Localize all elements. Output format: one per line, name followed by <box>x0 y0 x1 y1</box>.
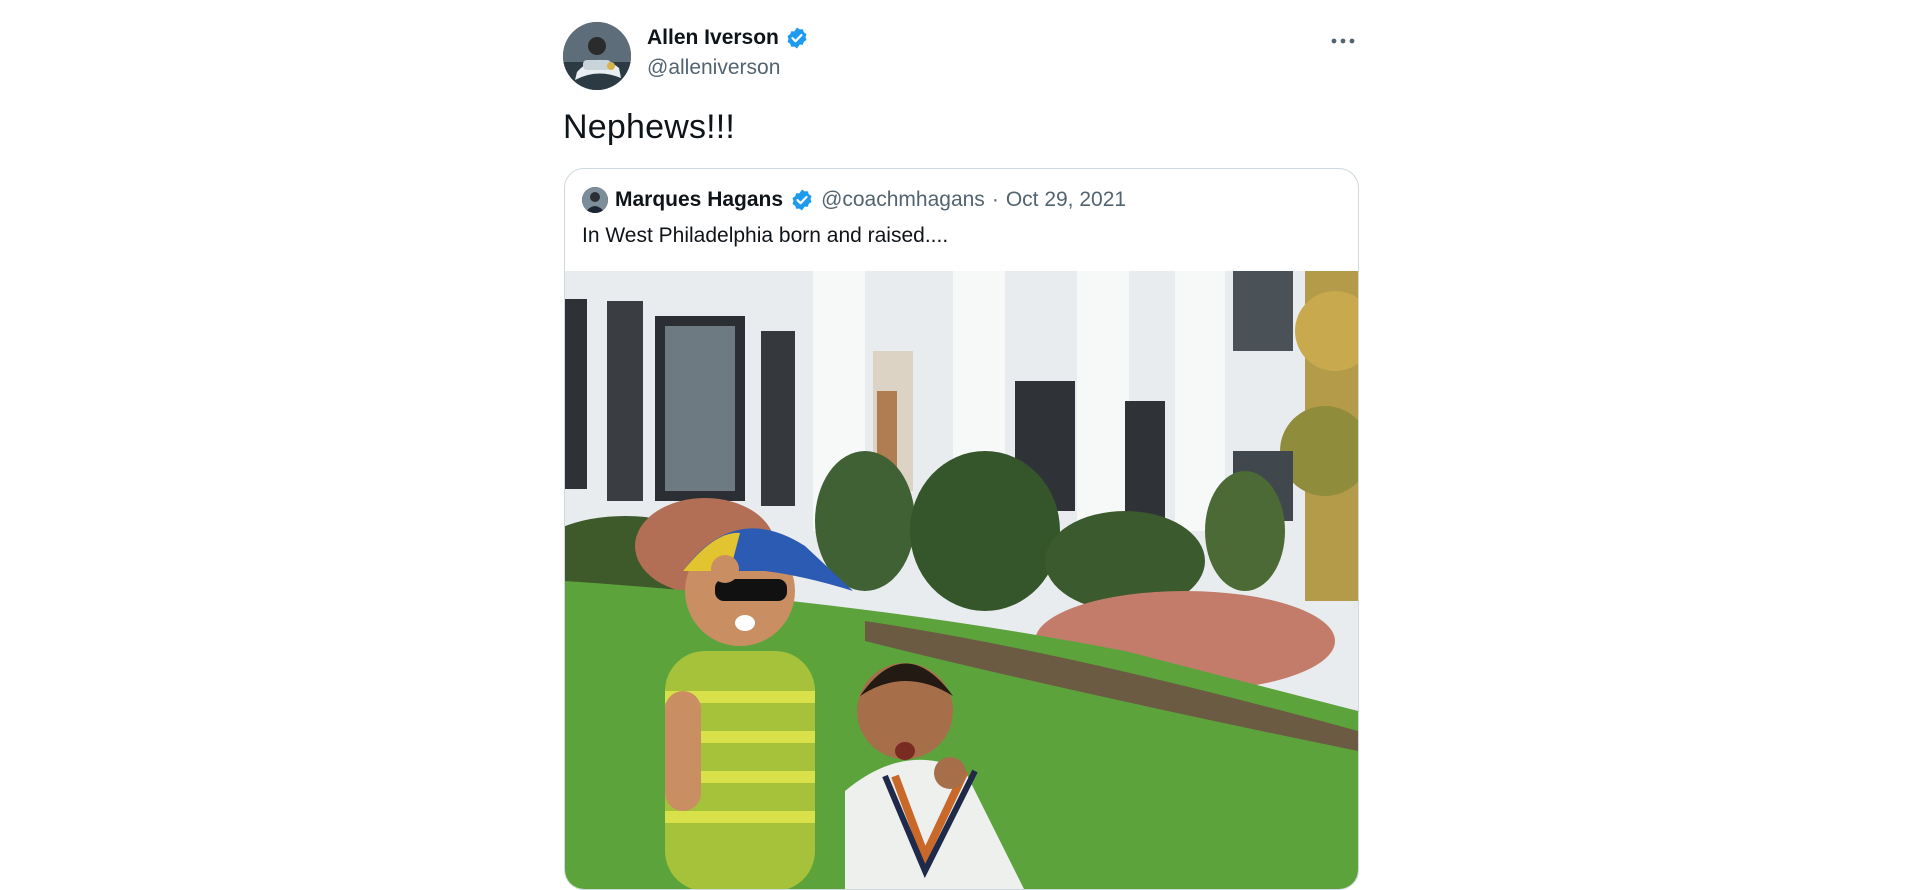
photo-two-boys-in-front-of-white-house-icon <box>565 271 1358 889</box>
tweet: Allen Iverson @alleniverson Nephews!!! M… <box>563 0 1359 890</box>
author-handle[interactable]: @alleniverson <box>647 56 780 80</box>
quoted-verified-badge-icon <box>790 188 814 212</box>
separator-dot: · <box>991 188 999 211</box>
quoted-author-display-name[interactable]: Marques Hagans <box>615 188 783 212</box>
tweet-text: Nephews!!! <box>563 108 736 146</box>
more-options-button[interactable] <box>1328 28 1358 54</box>
quoted-tweet-photo[interactable] <box>565 271 1358 889</box>
author-avatar[interactable] <box>563 22 631 90</box>
quoted-tweet-date[interactable]: Oct 29, 2021 <box>1006 188 1126 212</box>
author-name-row: Allen Iverson <box>647 26 809 50</box>
quoted-tweet-header: Marques Hagans @coachmhagans · Oct 29, 2… <box>582 187 1126 213</box>
quoted-tweet-card[interactable]: Marques Hagans @coachmhagans · Oct 29, 2… <box>564 168 1359 890</box>
author-display-name[interactable]: Allen Iverson <box>647 26 779 50</box>
quoted-author-avatar[interactable] <box>582 187 608 213</box>
quoted-author-handle[interactable]: @coachmhagans <box>821 188 985 212</box>
quoted-tweet-text: In West Philadelphia born and raised.... <box>582 224 949 247</box>
verified-badge-icon <box>785 26 809 50</box>
ellipsis-icon <box>1331 38 1355 44</box>
